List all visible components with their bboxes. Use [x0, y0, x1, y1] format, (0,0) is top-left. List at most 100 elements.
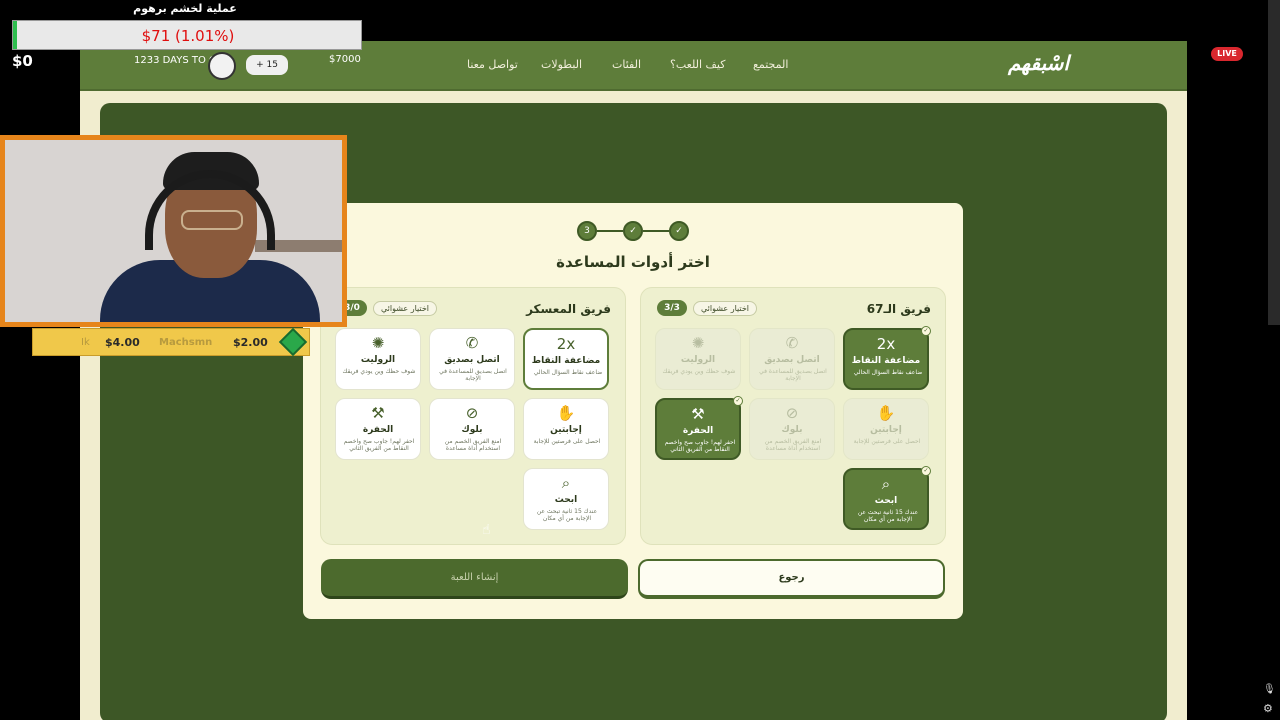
tool-name: اتصل بصديق [764, 355, 820, 365]
call-friend-icon: ✆ [785, 334, 799, 352]
double-points-icon: 2x [876, 335, 896, 353]
tool-card-pit[interactable]: ⚒ الحفرة احفر لهم! جاوب صح واخصم النقاط من… [335, 398, 421, 460]
gear-icon[interactable]: ⚙ [1263, 702, 1273, 715]
tip-amount: $2.00 [233, 336, 268, 349]
pit-icon: ⚒ [371, 404, 385, 422]
tool-description: ضاعف نقاط السؤال الحالي [853, 369, 923, 376]
step-3: 3 [577, 221, 597, 241]
team-name: فريق الـ67 [866, 302, 931, 316]
tip-amount: $4.00 [105, 336, 140, 349]
tool-description: احصل على فرصتين للإجابة [853, 438, 921, 445]
mic-icon[interactable]: 🎙 [1263, 684, 1276, 695]
goal-amount: $7000 [329, 54, 361, 65]
tool-name: ابحث [874, 496, 898, 506]
nav-item-categories[interactable]: الفئات [612, 58, 641, 71]
tools-count-badge: 3/3 [657, 300, 687, 316]
tool-description: عندك 15 ثانية تبحث عن الإجابة من أي مكان [536, 508, 598, 522]
modal-title: اختر أدوات المساعدة [556, 253, 710, 271]
roulette-icon: ✺ [371, 334, 385, 352]
nav-item-how-to-play[interactable]: كيف اللعب؟ [670, 58, 725, 71]
tool-card-roulette[interactable]: ✺ الروليت شوف حظك وين يودي فريقك [335, 328, 421, 390]
webcam-feed [0, 135, 347, 327]
tool-name: اتصل بصديق [444, 355, 500, 365]
tool-card-double-points[interactable]: 2x مضاعفة النقاط ضاعف نقاط السؤال الحالي [523, 328, 609, 390]
tools-modal: 3 ✓ ✓ اختر أدوات المساعدة فريق المعسكر ا… [303, 203, 963, 619]
nav-item-tournaments[interactable]: البطولات [541, 58, 582, 71]
screen: المجتمع كيف اللعب؟ الفئات البطولات تواصل… [0, 0, 1280, 720]
nav-item-community[interactable]: المجتمع [753, 58, 788, 71]
check-icon: ✓ [921, 326, 931, 336]
tip-ticker: Ik $4.00 Machsmn $2.00 [32, 327, 310, 357]
create-game-button[interactable]: إنشاء اللعبة [321, 559, 628, 599]
tool-card-search[interactable]: ⌕ ابحث عندك 15 ثانية تبحث عن الإجابة من أي… [523, 468, 609, 530]
tool-name: بلوك [461, 425, 483, 435]
scrollbar[interactable] [1268, 0, 1280, 325]
tool-description: احصل على فرصتين للإجابة [533, 438, 601, 445]
step-1-done: ✓ [669, 221, 689, 241]
team-panel-right: فريق الـ67 اختيار عشوائي 3/3 2x مضاعفة ال… [640, 287, 946, 545]
tool-card-double-points[interactable]: 2x مضاعفة النقاط ضاعف نقاط السؤال الحالي ✓ [843, 326, 931, 390]
tool-card-pit[interactable]: ⚒ الحفرة احفر لهم! جاوب صح واخصم النقاط من… [655, 396, 743, 460]
tool-card-call-friend[interactable]: ✆ اتصل بصديق اتصل بصديق للمساعدة في الإجاب… [749, 328, 835, 390]
team-name: فريق المعسكر [526, 302, 611, 316]
roulette-icon: ✺ [691, 334, 705, 352]
team-panel-left: فريق المعسكر اختيار عشوائي 3/0 2x مضاعفة … [320, 287, 626, 545]
tool-card-roulette[interactable]: ✺ الروليت شوف حظك وين يودي فريقك [655, 328, 741, 390]
tool-name: الحفرة [362, 425, 394, 435]
tool-name: إجابتين [550, 425, 582, 435]
check-icon: ✓ [733, 396, 743, 406]
tool-name: الحفرة [682, 426, 714, 436]
pit-icon: ⚒ [691, 405, 705, 423]
call-friend-icon: ✆ [465, 334, 479, 352]
step-connector [597, 230, 623, 232]
tool-name: مضاعفة النقاط [531, 356, 601, 366]
donation-progress-bar: $71 (1.01%) [12, 20, 362, 50]
tool-card-block[interactable]: ⊘ بلوك امنع الفريق الخصم من استخدام أداة م… [749, 398, 835, 460]
donation-amount: $71 (1.01%) [141, 27, 235, 45]
back-button[interactable]: رجوع [638, 559, 945, 599]
tool-description: اتصل بصديق للمساعدة في الإجابة [759, 368, 827, 382]
tool-name: ابحث [554, 495, 578, 505]
tool-card-block[interactable]: ⊘ بلوك امنع الفريق الخصم من استخدام أداة م… [429, 398, 515, 460]
tool-card-search[interactable]: ⌕ ابحث عندك 15 ثانية تبحث عن الإجابة من أي… [843, 466, 931, 530]
site-logo[interactable]: اسْبقهم [1008, 51, 1069, 75]
tool-card-two-answers[interactable]: ✋ إجابتين احصل على فرصتين للإجابة [843, 398, 929, 460]
random-select-button[interactable]: اختيار عشوائي [693, 301, 757, 316]
gem-icon [278, 327, 308, 357]
block-icon: ⊘ [785, 404, 799, 422]
tool-description: امنع الفريق الخصم من استخدام أداة مساعدة [764, 438, 822, 452]
double-points-icon: 2x [556, 335, 576, 353]
two-answers-icon: ✋ [556, 404, 576, 422]
tool-description: شوف حظك وين يودي فريقك [662, 368, 736, 375]
search-icon: ⌕ [881, 475, 891, 493]
tool-card-two-answers[interactable]: ✋ إجابتين احصل على فرصتين للإجابة [523, 398, 609, 460]
tool-description: احفر لهم! جاوب صح واخصم النقاط من الفريق… [343, 438, 415, 452]
tool-name: الروليت [680, 355, 716, 365]
tool-description: عندك 15 ثانية تبحث عن الإجابة من أي مكان [857, 509, 919, 523]
random-select-button[interactable]: اختيار عشوائي [373, 301, 437, 316]
tool-name: مضاعفة النقاط [851, 356, 921, 366]
step-indicator: 3 ✓ ✓ [577, 221, 691, 241]
tool-description: ضاعف نقاط السؤال الحالي [533, 369, 603, 376]
tool-description: اتصل بصديق للمساعدة في الإجابة [439, 368, 507, 382]
avatar-icon [208, 52, 236, 80]
check-icon: ✓ [921, 466, 931, 476]
search-icon: ⌕ [561, 474, 571, 492]
two-answers-icon: ✋ [876, 404, 896, 422]
tool-description: امنع الفريق الخصم من استخدام أداة مساعدة [444, 438, 502, 452]
live-badge: LIVE [1211, 47, 1243, 61]
nav-item-contact[interactable]: تواصل معنا [467, 58, 518, 71]
step-2-done: ✓ [623, 221, 643, 241]
tip-name: Machsmn [159, 337, 213, 348]
tool-description: احفر لهم! جاوب صح واخصم النقاط من الفريق… [664, 439, 736, 453]
mouse-cursor-icon: ☝ [482, 522, 491, 538]
current-money: $0 [12, 52, 33, 70]
tool-name: إجابتين [870, 425, 902, 435]
tip-name: Ik [81, 337, 90, 348]
tool-card-call-friend[interactable]: ✆ اتصل بصديق اتصل بصديق للمساعدة في الإجاب… [429, 328, 515, 390]
plus-counter: + 15 [246, 55, 288, 75]
donation-goal-title: عملية لخشم برهوم [133, 2, 237, 15]
block-icon: ⊘ [465, 404, 479, 422]
tool-name: الروليت [360, 355, 396, 365]
tool-description: شوف حظك وين يودي فريقك [342, 368, 416, 375]
